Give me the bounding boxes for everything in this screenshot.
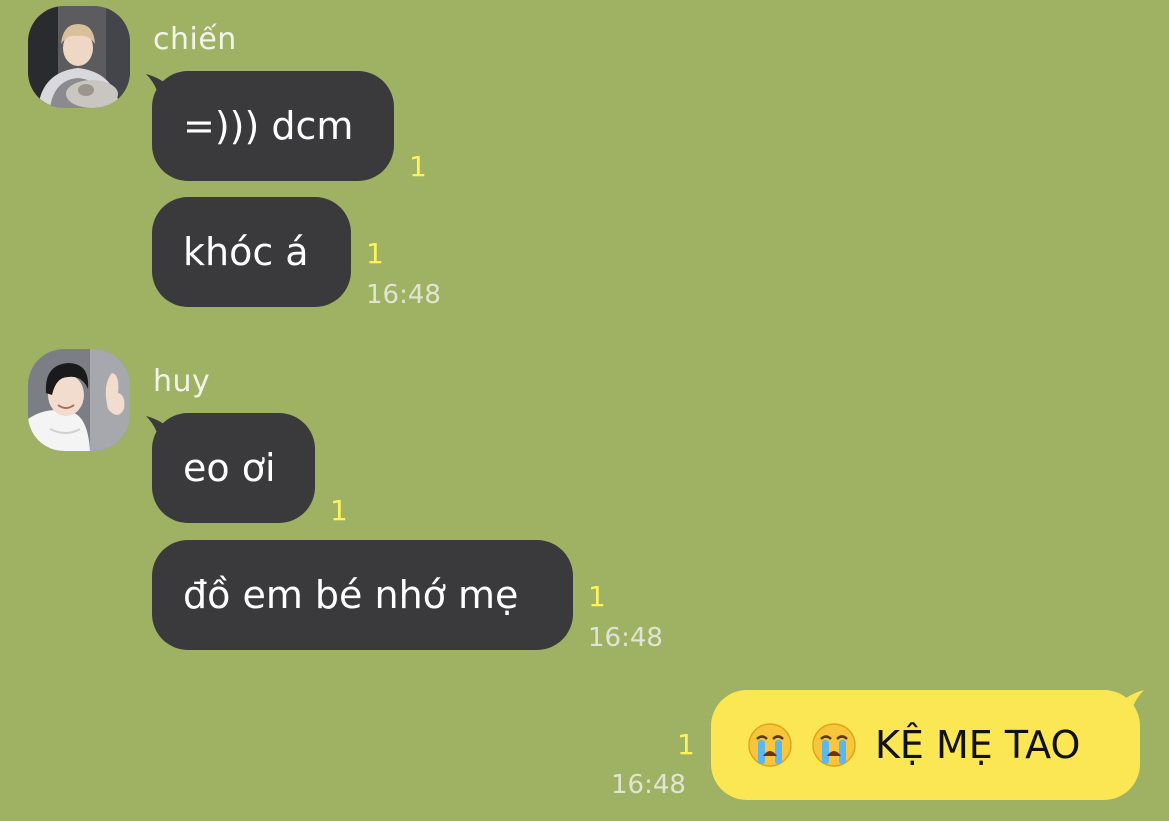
message-bubble[interactable]: =))) dcm xyxy=(152,71,394,181)
message-time: 16:48 xyxy=(366,280,441,310)
message-bubble[interactable]: eo ơi xyxy=(152,413,315,523)
message-time: 16:48 xyxy=(611,770,686,800)
unread-count: 1 xyxy=(409,150,427,183)
avatar-chien[interactable] xyxy=(28,6,130,108)
outgoing-message-text: KỆ MẸ TAO xyxy=(875,723,1081,767)
message-time: 16:48 xyxy=(588,623,663,653)
unread-count: 1 xyxy=(677,728,695,761)
sender-name: chiến xyxy=(153,22,237,57)
message-bubble[interactable]: khóc á xyxy=(152,197,351,307)
unread-count: 1 xyxy=(588,580,606,613)
unread-count: 1 xyxy=(330,494,348,527)
unread-count: 1 xyxy=(366,237,384,270)
chat-thread: chiến =))) dcm 1 khóc á 1 16:48 huy eo ơ… xyxy=(0,0,1169,821)
loudly-crying-face-icon xyxy=(811,722,857,768)
loudly-crying-face-icon xyxy=(747,722,793,768)
sender-name: huy xyxy=(153,364,211,399)
message-bubble[interactable]: đồ em bé nhớ mẹ xyxy=(152,540,573,650)
outgoing-message-bubble[interactable]: KỆ MẸ TAO xyxy=(711,690,1140,800)
avatar-huy[interactable] xyxy=(28,349,130,451)
